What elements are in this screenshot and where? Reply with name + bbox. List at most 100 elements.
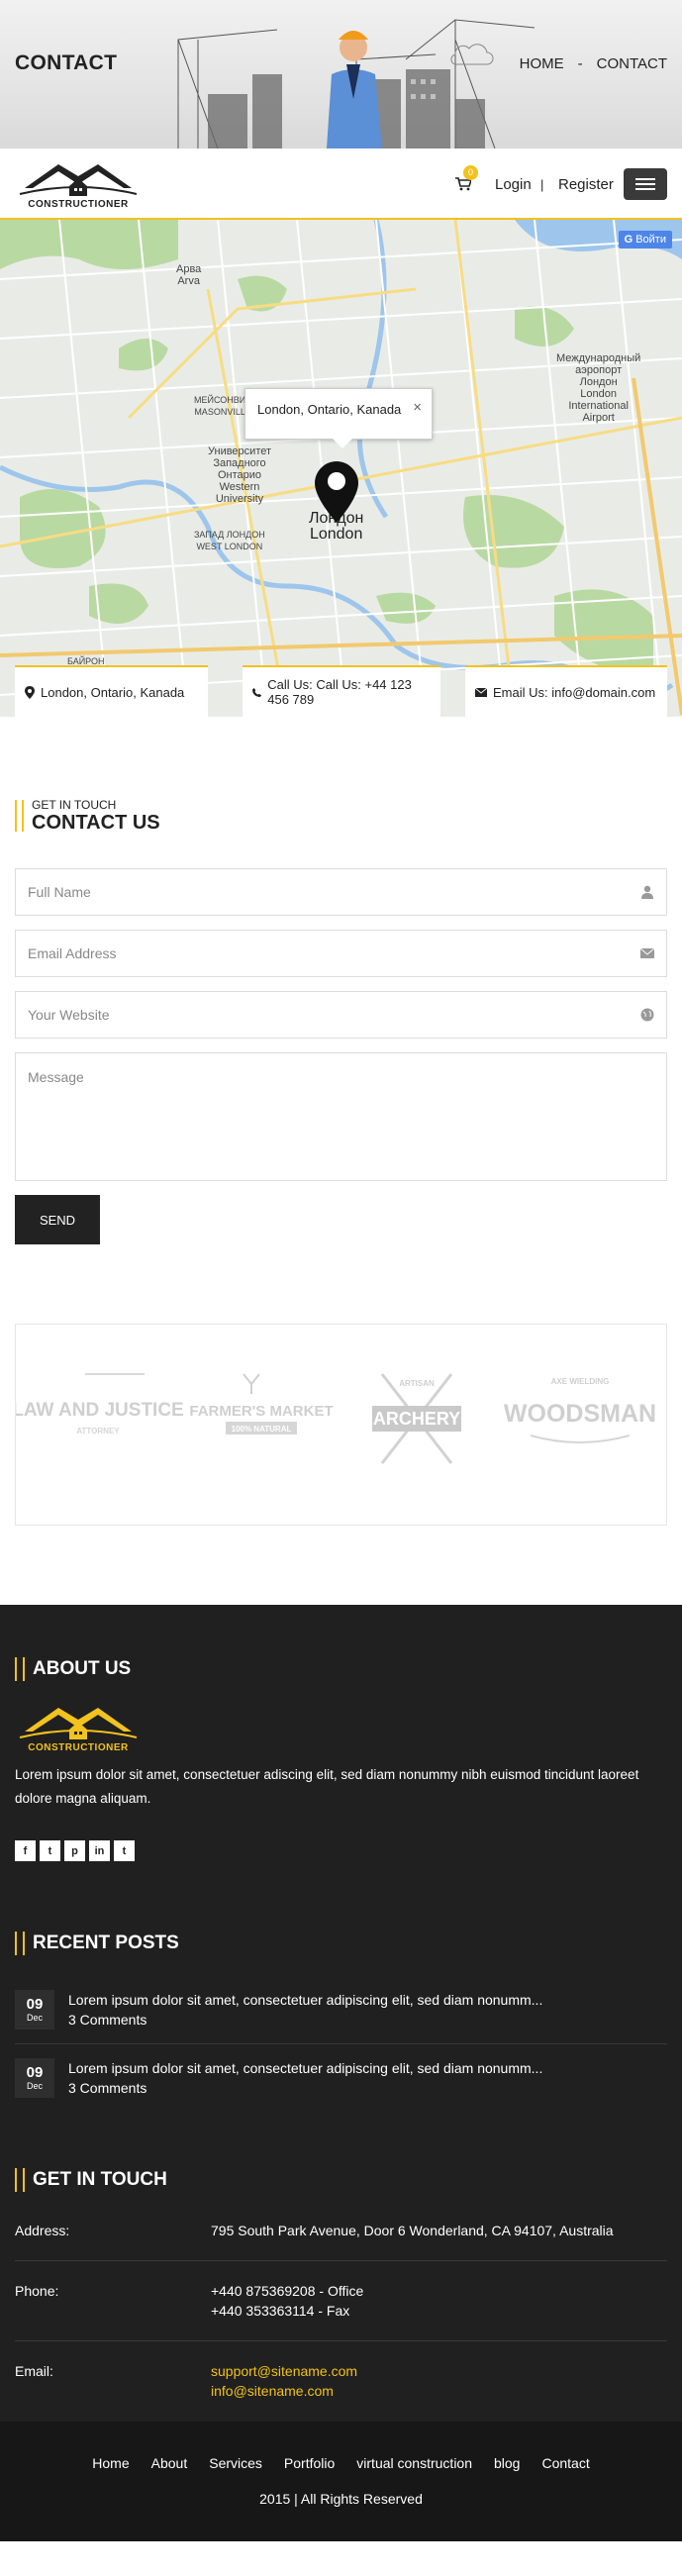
contact-section: GET IN TOUCH CONTACT US Full Name Email … <box>0 717 682 1244</box>
logo-archery-small: ARTISAN <box>399 1379 435 1388</box>
footer-nav-portfolio[interactable]: Portfolio <box>284 2455 335 2471</box>
social-links: f t p in t <box>15 1840 667 1861</box>
message-placeholder: Message <box>28 1069 84 1085</box>
footer-logo-text: CONSTRUCTIONER <box>28 1742 129 1753</box>
breadcrumb-current: CONTACT <box>596 55 667 72</box>
email-row: Email: support@sitename.com info@sitenam… <box>15 2341 667 2421</box>
email-placeholder: Email Address <box>28 945 117 961</box>
footer-nav-contact[interactable]: Contact <box>541 2455 589 2471</box>
map-sign-in-label: Войти <box>635 234 666 246</box>
breadcrumb-home[interactable]: HOME <box>520 55 564 72</box>
address-row: Address: 795 South Park Avenue, Door 6 W… <box>15 2201 667 2261</box>
logo-law-and-justice-small: ATTORNEY <box>76 1427 120 1436</box>
contact-kicker: GET IN TOUCH <box>32 798 117 812</box>
site-footer: ABOUT US CONSTRUCTIONER Lorem ipsum dolo… <box>0 1605 682 2422</box>
logo-roof-icon <box>19 1708 138 1739</box>
logo-woodsman-small: AXE WIELDING <box>551 1377 610 1386</box>
contact-heading: GET IN TOUCH CONTACT US <box>15 798 667 835</box>
register-link[interactable]: Register <box>558 176 614 193</box>
linkedin-icon[interactable]: in <box>89 1840 110 1861</box>
message-field[interactable]: Message <box>15 1052 667 1181</box>
info-email-text: Email Us: info@domain.com <box>493 684 656 700</box>
phone-label: Phone: <box>15 2283 59 2299</box>
map-label-university: Университет Западного Онтарио Western Un… <box>208 446 272 505</box>
email-field[interactable]: Email Address <box>15 930 667 977</box>
map-label-airport: Международный аэропорт Лондон London Int… <box>556 352 641 424</box>
footer-nav-about[interactable]: About <box>151 2455 188 2471</box>
close-icon[interactable]: × <box>413 399 422 416</box>
map-info-window: London, Ontario, Kanada × <box>244 388 433 448</box>
map-marker-icon <box>25 685 35 699</box>
full-name-placeholder: Full Name <box>28 884 91 900</box>
post-comments[interactable]: 3 Comments <box>68 2078 542 2098</box>
email-support-link[interactable]: support@sitename.com <box>211 2361 667 2381</box>
breadcrumb-separator: - <box>577 55 583 72</box>
phone-row: Phone: +440 875369208 - Office +440 3533… <box>15 2261 667 2341</box>
post-month: Dec <box>26 2080 43 2091</box>
footer-nav-services[interactable]: Services <box>209 2455 262 2471</box>
site-header: CONSTRUCTIONER 0 Login | Register <box>0 149 682 220</box>
location-map[interactable]: G Войти Арва Arva МЕЙСОНВИЛ MASONVILLE У… <box>0 220 682 717</box>
map-pin-icon[interactable] <box>315 461 358 523</box>
bottom-bar: Home About Services Portfolio virtual co… <box>0 2422 682 2541</box>
copyright: 2015 | All Rights Reserved <box>259 2491 423 2507</box>
recent-post[interactable]: 09 Dec Lorem ipsum dolor sit amet, conse… <box>15 2044 667 2112</box>
menu-toggle-button[interactable] <box>624 168 667 200</box>
post-day: 09 <box>26 2063 44 2081</box>
footer-nav-virtual-construction[interactable]: virtual construction <box>356 2455 472 2471</box>
recent-posts-heading: RECENT POSTS <box>15 1931 667 1956</box>
email-info-link[interactable]: info@sitename.com <box>211 2381 667 2401</box>
post-title[interactable]: Lorem ipsum dolor sit amet, consectetuer… <box>68 2058 542 2078</box>
map-popup-text: London, Ontario, Kanada <box>257 402 402 417</box>
email-label: Email: <box>15 2363 53 2379</box>
login-link[interactable]: Login <box>495 176 532 193</box>
logo-law-and-justice: LAW AND JUSTICE ATTORNEY <box>12 1373 184 1436</box>
footer-nav: Home About Services Portfolio virtual co… <box>0 2455 682 2471</box>
post-comments[interactable]: 3 Comments <box>68 2010 542 2030</box>
footer-nav-blog[interactable]: blog <box>494 2455 520 2471</box>
hamburger-icon <box>635 178 655 180</box>
client-logos: LAW AND JUSTICE ATTORNEY FARMER'S MARKET… <box>12 1324 667 1526</box>
post-title[interactable]: Lorem ipsum dolor sit amet, consectetuer… <box>68 1990 542 2010</box>
about-heading: ABOUT US <box>15 1656 667 1682</box>
cart-button[interactable]: 0 <box>455 165 478 194</box>
footer-nav-home[interactable]: Home <box>92 2455 129 2471</box>
page-banner: CONTACT HOME - CONTACT <box>0 0 682 149</box>
tumblr-icon[interactable]: t <box>114 1840 135 1861</box>
map-label-masonville: МЕЙСОНВИЛ MASONVILLE <box>194 395 252 417</box>
about-text: Lorem ipsum dolor sit amet, consectetuer… <box>15 1767 639 1806</box>
info-email: Email Us: info@domain.com <box>465 665 667 717</box>
website-field[interactable]: Your Website <box>15 991 667 1039</box>
recent-post[interactable]: 09 Dec Lorem ipsum dolor sit amet, conse… <box>15 1976 667 2044</box>
post-month: Dec <box>26 2012 43 2023</box>
map-sign-in-button[interactable]: G Войти <box>618 231 672 248</box>
site-logo[interactable]: CONSTRUCTIONER <box>15 158 142 210</box>
logo-farmers-market-text: FARMER'S MARKET <box>189 1403 333 1420</box>
info-location-text: London, Ontario, Kanada <box>41 684 185 700</box>
logo-roof-icon <box>19 164 138 196</box>
logo-text: CONSTRUCTIONER <box>28 199 129 210</box>
envelope-icon <box>640 947 654 958</box>
construction-banner-image <box>177 19 535 149</box>
full-name-field[interactable]: Full Name <box>15 868 667 916</box>
hamburger-icon-line <box>635 188 655 190</box>
hamburger-icon-line <box>635 183 655 185</box>
user-icon <box>641 885 653 899</box>
envelope-icon <box>475 687 487 697</box>
logo-woodsman-text: WOODSMAN <box>504 1400 656 1428</box>
facebook-icon[interactable]: f <box>15 1840 36 1861</box>
get-in-touch-heading: GET IN TOUCH <box>15 2167 667 2193</box>
google-g-icon: G <box>624 234 633 246</box>
breadcrumb: HOME - CONTACT <box>520 55 667 72</box>
page-title: CONTACT <box>15 51 118 74</box>
map-label-west-london: ЗАПАД ЛОНДОН WEST LONDON <box>194 530 265 551</box>
send-button[interactable]: SEND <box>15 1195 100 1244</box>
pinterest-icon[interactable]: p <box>64 1840 85 1861</box>
footer-logo[interactable]: CONSTRUCTIONER <box>15 1702 142 1753</box>
globe-icon <box>640 1008 654 1022</box>
contact-title: CONTACT US <box>32 812 160 834</box>
post-day: 09 <box>26 1995 44 2013</box>
twitter-icon[interactable]: t <box>40 1840 60 1861</box>
phone-icon <box>252 687 262 697</box>
post-date: 09 Dec <box>15 2058 54 2098</box>
